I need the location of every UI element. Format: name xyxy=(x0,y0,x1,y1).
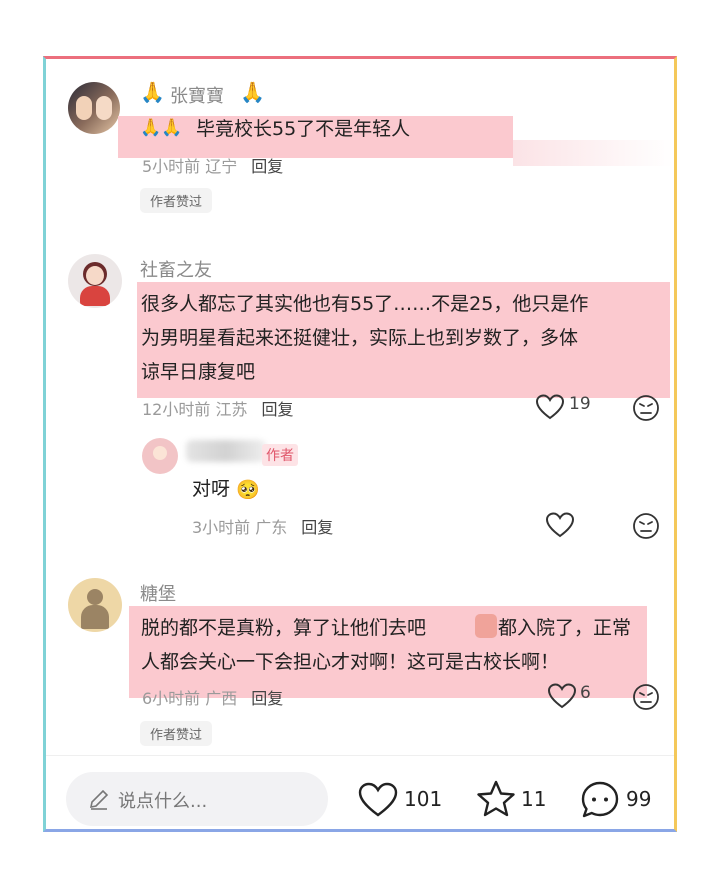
highlight-band-fade xyxy=(513,140,673,166)
comment-time-location: 5小时前 辽宁 xyxy=(142,157,238,176)
comment-username[interactable]: 糖堡 xyxy=(140,580,176,606)
comment-meta: 12小时前 江苏 回复 xyxy=(142,396,293,420)
angry-face-icon[interactable] xyxy=(632,512,660,540)
reply-button[interactable]: 回复 xyxy=(301,518,333,537)
avatar[interactable] xyxy=(68,578,122,632)
heart-icon[interactable] xyxy=(536,394,564,420)
pencil-icon xyxy=(88,788,110,810)
reply-button[interactable]: 回复 xyxy=(261,400,293,419)
pleading-face-emoji: 🥺 xyxy=(236,479,260,501)
like-count: 101 xyxy=(404,787,443,811)
pray-emoji: 🙏 xyxy=(140,80,165,104)
avatar[interactable] xyxy=(142,438,178,474)
heart-icon[interactable] xyxy=(548,683,576,709)
blurred-username xyxy=(186,440,266,462)
angry-face-icon[interactable] xyxy=(632,394,660,422)
comment-meta: 5小时前 辽宁 回复 xyxy=(142,153,283,177)
comment-text: 毕竟校长55了不是年轻人 xyxy=(196,118,411,140)
comment-username[interactable]: 张寶寶 xyxy=(170,82,224,108)
avatar[interactable] xyxy=(68,82,120,134)
like-count: 19 xyxy=(569,394,591,414)
star-count: 11 xyxy=(521,787,547,811)
comment-time-location: 6小时前 广西 xyxy=(142,689,238,708)
sticker-emoji xyxy=(475,614,497,638)
comment-text: 对呀 xyxy=(192,478,231,500)
avatar[interactable] xyxy=(68,254,122,308)
comment-text-line: 都入院了，正常 xyxy=(498,617,632,639)
comment-meta: 6小时前 广西 回复 xyxy=(142,685,283,709)
author-tag: 作者 xyxy=(262,444,298,466)
reply-button[interactable]: 回复 xyxy=(251,157,283,176)
like-count: 6 xyxy=(580,683,591,703)
reply-button[interactable]: 回复 xyxy=(251,689,283,708)
bottom-bar-divider xyxy=(46,755,674,756)
comment-text-line: 很多人都忘了其实他也有55了……不是25，他只是作 xyxy=(141,293,589,315)
pray-emoji: 🙏🙏 xyxy=(140,118,183,138)
comment-text-line: 人都会关心一下会担心才对啊！这可是古校长啊！ xyxy=(141,651,560,673)
comments-panel-frame xyxy=(43,56,677,832)
angry-face-icon[interactable] xyxy=(632,683,660,711)
pray-emoji: 🙏 xyxy=(240,80,265,104)
comment-bubble-icon[interactable] xyxy=(580,780,620,820)
star-icon[interactable] xyxy=(476,780,516,818)
comment-input[interactable]: 说点什么... xyxy=(66,772,328,826)
comment-username[interactable]: 社畜之友 xyxy=(140,256,212,282)
author-liked-badge: 作者赞过 xyxy=(140,721,213,746)
heart-icon[interactable] xyxy=(546,512,574,538)
comment-text-line: 脱的都不是真粉，算了让他们去吧 xyxy=(141,617,427,639)
heart-icon[interactable] xyxy=(358,782,398,818)
comment-meta: 3小时前 广东 回复 xyxy=(192,514,333,538)
author-liked-badge: 作者赞过 xyxy=(140,188,213,213)
comment-text-line: 谅早日康复吧 xyxy=(141,361,256,383)
comment-text-line: 为男明星看起来还挺健壮，实际上也到岁数了，多体 xyxy=(141,327,579,349)
comment-time-location: 3小时前 广东 xyxy=(192,518,288,537)
comment-time-location: 12小时前 江苏 xyxy=(142,400,248,419)
comment-input-placeholder: 说点什么... xyxy=(118,791,208,812)
comment-count: 99 xyxy=(626,787,652,811)
